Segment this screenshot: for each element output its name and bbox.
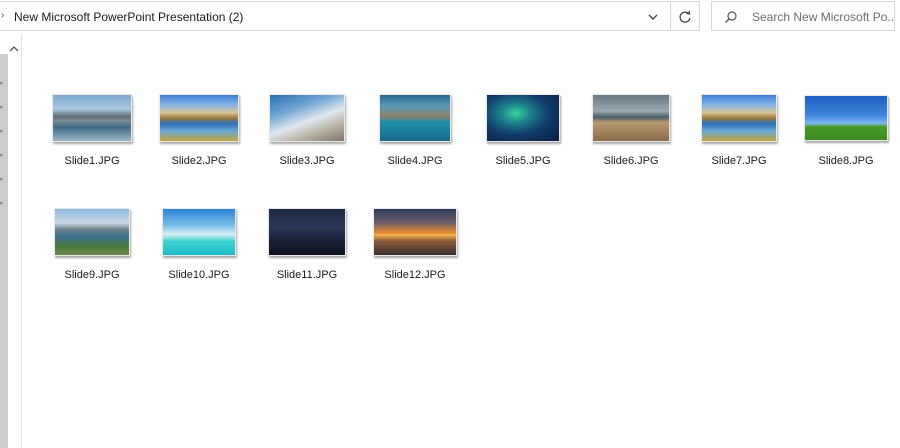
image-thumbnail[interactable]	[592, 94, 670, 142]
file-name[interactable]: Slide11.JPG	[257, 269, 357, 281]
file-list: Slide1.JPG Slide2.JPG Slide3.JPG Slide4.…	[23, 34, 900, 448]
expand-arrow-icon[interactable]: ▸	[0, 104, 6, 112]
image-thumbnail[interactable]	[52, 94, 132, 142]
divider	[670, 2, 671, 30]
file-name[interactable]: Slide3.JPG	[257, 155, 357, 167]
file-name[interactable]: Slide1.JPG	[42, 155, 142, 167]
image-thumbnail[interactable]	[268, 208, 346, 256]
expand-arrow-icon[interactable]: ▸	[0, 80, 6, 88]
scrollbar-thumb[interactable]	[0, 54, 8, 448]
file-item[interactable]: Slide12.JPG	[365, 198, 465, 288]
file-item[interactable]: Slide4.JPG	[365, 84, 465, 174]
scroll-up-icon[interactable]	[9, 42, 19, 52]
chevron-down-icon[interactable]	[643, 9, 663, 25]
file-name[interactable]: Slide10.JPG	[149, 269, 249, 281]
file-name[interactable]: Slide5.JPG	[473, 155, 573, 167]
address-path[interactable]: New Microsoft PowerPoint Presentation (2…	[14, 10, 243, 24]
file-item[interactable]: Slide11.JPG	[257, 198, 357, 288]
file-item[interactable]: Slide1.JPG	[42, 84, 142, 174]
image-thumbnail[interactable]	[159, 94, 239, 142]
toolbar: › New Microsoft PowerPoint Presentation …	[0, 0, 900, 34]
expand-arrow-icon[interactable]: ▸	[0, 200, 6, 208]
file-item[interactable]: Slide5.JPG	[473, 84, 573, 174]
image-thumbnail[interactable]	[54, 208, 130, 256]
search-icon	[724, 10, 738, 24]
file-name[interactable]: Slide7.JPG	[689, 155, 789, 167]
expand-arrow-icon[interactable]: ▸	[0, 152, 6, 160]
refresh-icon[interactable]	[676, 8, 694, 26]
expand-arrow-icon[interactable]: ▸	[0, 176, 6, 184]
file-item[interactable]: Slide6.JPG	[581, 84, 681, 174]
file-item[interactable]: Slide2.JPG	[149, 84, 249, 174]
file-name[interactable]: Slide8.JPG	[796, 155, 896, 167]
file-name[interactable]: Slide12.JPG	[365, 269, 465, 281]
file-name[interactable]: Slide9.JPG	[42, 269, 142, 281]
file-name[interactable]: Slide2.JPG	[149, 155, 249, 167]
image-thumbnail[interactable]	[269, 94, 345, 142]
file-item[interactable]: Slide3.JPG	[257, 84, 357, 174]
file-item[interactable]: Slide7.JPG	[689, 84, 789, 174]
address-bar[interactable]: › New Microsoft PowerPoint Presentation …	[0, 1, 700, 31]
search-box[interactable]: Search New Microsoft Po...	[711, 1, 895, 31]
file-name[interactable]: Slide6.JPG	[581, 155, 681, 167]
image-thumbnail[interactable]	[373, 208, 457, 256]
file-item[interactable]: Slide8.JPG	[796, 84, 896, 174]
image-thumbnail[interactable]	[804, 95, 888, 141]
file-item[interactable]: Slide10.JPG	[149, 198, 249, 288]
chevron-right-icon[interactable]: ›	[1, 10, 9, 22]
file-name[interactable]: Slide4.JPG	[365, 155, 465, 167]
image-thumbnail[interactable]	[701, 94, 777, 142]
file-item[interactable]: Slide9.JPG	[42, 198, 142, 288]
search-input[interactable]: Search New Microsoft Po...	[752, 10, 894, 24]
navigation-pane-strip: ▸ ▸ ▸ ▸ ▸ ▸	[0, 34, 22, 448]
image-thumbnail[interactable]	[379, 94, 451, 142]
expand-arrow-icon[interactable]: ▸	[0, 128, 6, 136]
image-thumbnail[interactable]	[162, 208, 236, 256]
image-thumbnail[interactable]	[486, 94, 560, 142]
